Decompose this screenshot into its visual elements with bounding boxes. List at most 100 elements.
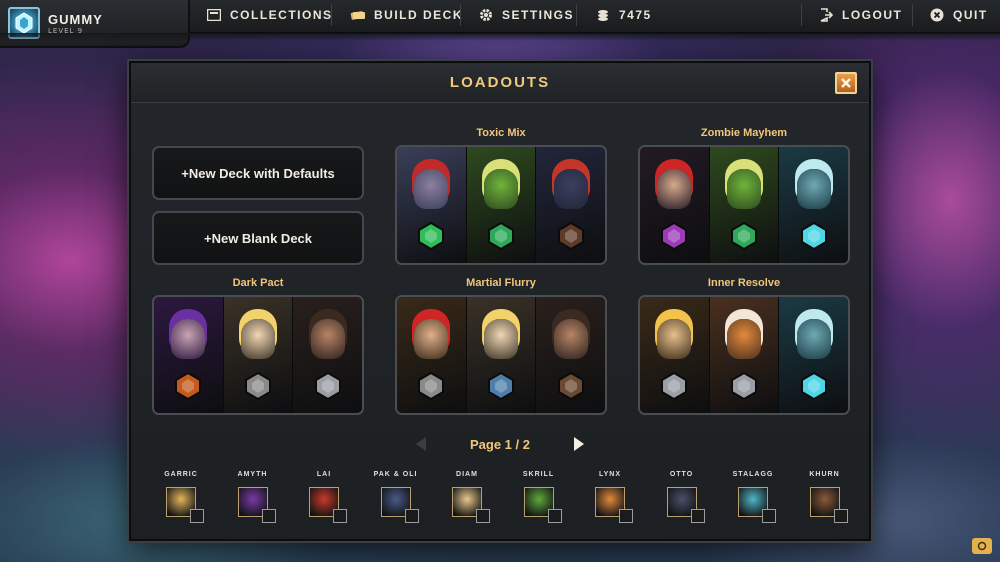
chat-icon[interactable] [972, 538, 992, 554]
collections-icon [206, 8, 222, 22]
champion-portrait [796, 319, 831, 359]
champion-slot [397, 147, 467, 263]
champion-slot [466, 297, 537, 413]
champion-slot [466, 147, 537, 263]
champion-gem-icon [799, 371, 829, 401]
logout-icon [818, 8, 834, 22]
close-icon [841, 78, 851, 88]
collections-button[interactable]: COLLECTIONS [206, 0, 333, 30]
champion-gem-icon [729, 221, 759, 251]
quit-button[interactable]: QUIT [929, 0, 988, 30]
build-deck-label: BUILD DECK [374, 8, 463, 22]
next-page-button[interactable] [570, 435, 588, 453]
hero-name: LYNX [598, 471, 622, 478]
settings-button[interactable]: SETTINGS [478, 0, 574, 30]
player-profile[interactable]: GUMMY LEVEL 9 [0, 0, 190, 48]
champion-portrait [553, 169, 588, 209]
gold-counter: 7475 [595, 0, 652, 30]
hero-pak-oli[interactable]: PAK & OLI [366, 471, 426, 523]
previous-page-button[interactable] [412, 435, 430, 453]
deck-card-zombie-mayhem[interactable] [638, 145, 850, 265]
hero-checkbox[interactable] [833, 509, 848, 523]
arrow-right-icon [573, 437, 584, 451]
quit-label: QUIT [953, 8, 988, 22]
hero-name: STALAGG [732, 471, 774, 478]
hero-portrait [523, 487, 562, 523]
top-bar: GUMMY LEVEL 9 COLLECTIONS BUILD DECK SET… [0, 0, 1000, 48]
champion-portrait [657, 169, 692, 209]
champion-slot [640, 147, 710, 263]
champion-portrait [484, 169, 518, 209]
hero-checkbox[interactable] [190, 509, 204, 523]
hero-amyth[interactable]: AMYTH [223, 471, 283, 523]
champion-portrait [484, 319, 518, 359]
champion-gem-icon [659, 221, 689, 251]
champion-portrait [241, 319, 275, 359]
champion-slot [640, 297, 710, 413]
hero-portrait [738, 487, 776, 523]
hero-portrait [452, 487, 490, 523]
gold-amount: 7475 [619, 8, 652, 22]
hero-name: DIAM [456, 471, 478, 478]
champion-slot [709, 297, 780, 413]
modal-header: LOADOUTS [131, 63, 869, 103]
logout-label: LOGOUT [842, 8, 903, 22]
coins-icon [595, 8, 611, 22]
player-level: LEVEL 9 [48, 26, 84, 35]
hero-skrill[interactable]: SKRILL [509, 471, 569, 523]
gear-icon [478, 8, 494, 22]
champion-portrait [796, 169, 831, 209]
player-name: GUMMY [48, 11, 103, 27]
champion-portrait [727, 319, 761, 359]
deck-title: Zombie Mayhem [700, 127, 788, 139]
hero-name: GARRIC [164, 471, 198, 478]
hero-checkbox[interactable] [619, 509, 633, 523]
hero-stalagg[interactable]: STALAGG [723, 471, 783, 523]
new-deck-defaults-button[interactable]: +New Deck with Defaults [152, 146, 364, 200]
champion-gem-icon [173, 371, 203, 401]
champion-gem-icon [416, 221, 446, 251]
champion-slot [223, 297, 294, 413]
hero-portrait [666, 487, 705, 523]
champion-gem-icon [659, 371, 689, 401]
champion-gem-icon [556, 371, 586, 401]
hero-checkbox[interactable] [690, 509, 705, 523]
champion-gem-icon [556, 221, 586, 251]
deck-card-martial-flurry[interactable] [395, 295, 607, 415]
hero-checkbox[interactable] [404, 509, 419, 523]
hero-lai[interactable]: LAI [294, 471, 354, 523]
hero-name: LAI [316, 471, 332, 478]
hero-lynx[interactable]: LYNX [580, 471, 640, 523]
loadouts-modal: LOADOUTS +New Deck with Defaults +New Bl… [129, 61, 871, 541]
hero-checkbox[interactable] [476, 509, 490, 523]
champion-slot [397, 297, 467, 413]
deck-card-toxic-mix[interactable] [395, 145, 607, 265]
hero-garric[interactable]: GARRIC [151, 471, 211, 523]
hero-portrait [166, 487, 204, 523]
build-deck-button[interactable]: BUILD DECK [350, 0, 463, 30]
hero-diam[interactable]: DIAM [437, 471, 497, 523]
new-blank-deck-button[interactable]: +New Blank Deck [152, 211, 364, 265]
hero-checkbox[interactable] [333, 509, 347, 523]
modal-title: LOADOUTS [449, 74, 551, 91]
hero-otto[interactable]: OTTO [652, 471, 712, 523]
hero-checkbox[interactable] [762, 509, 776, 523]
hero-checkbox[interactable] [547, 509, 562, 523]
page-indicator: Page 1 / 2 [470, 436, 530, 452]
champion-portrait [414, 319, 449, 359]
deck-title: Inner Resolve [707, 277, 781, 289]
hero-name: SKRILL [522, 471, 555, 478]
champion-portrait [727, 169, 761, 209]
logout-button[interactable]: LOGOUT [818, 0, 902, 30]
deck-card-inner-resolve[interactable] [638, 295, 850, 415]
champion-gem-icon [486, 371, 516, 401]
hero-khurn[interactable]: KHURN [795, 471, 855, 523]
champion-gem-icon [313, 371, 343, 401]
champion-slot [709, 147, 780, 263]
close-button[interactable] [835, 72, 857, 94]
hero-checkbox[interactable] [261, 509, 276, 523]
champion-portrait [310, 319, 345, 359]
deck-card-dark-pact[interactable] [152, 295, 364, 415]
champion-slot [779, 147, 848, 263]
hero-name: OTTO [669, 471, 694, 478]
